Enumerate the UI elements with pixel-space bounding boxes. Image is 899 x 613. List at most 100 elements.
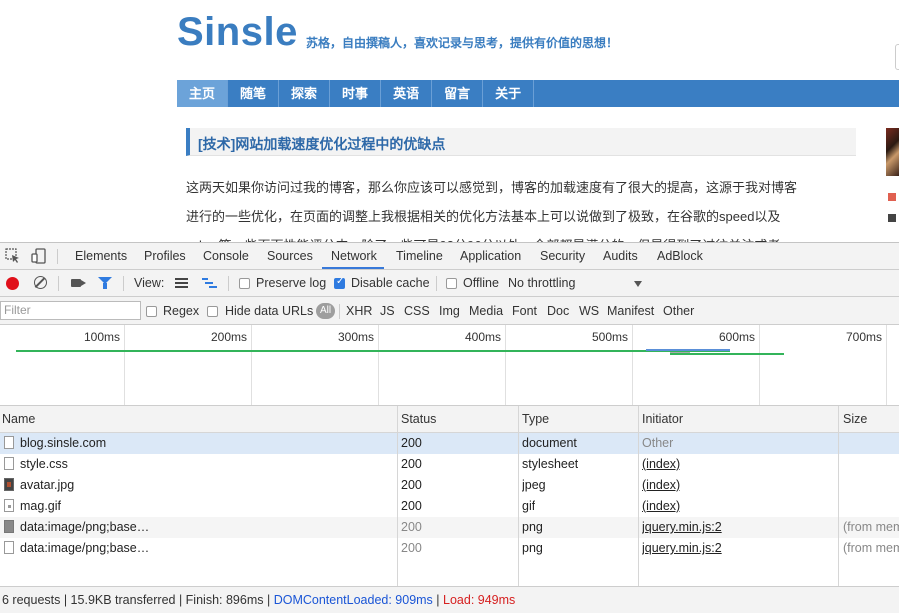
table-row[interactable]: style.css 200 stylesheet (index) xyxy=(0,454,899,475)
request-initiator-link[interactable]: (index) xyxy=(642,454,680,475)
device-mode-icon[interactable] xyxy=(31,248,47,264)
disable-cache-checkbox[interactable] xyxy=(334,276,345,289)
document-request-bar xyxy=(16,350,730,352)
hide-data-urls-checkbox[interactable] xyxy=(207,306,218,317)
column-divider[interactable] xyxy=(638,406,639,586)
table-row[interactable]: data:image/png;base… 200 png jquery.min.… xyxy=(0,517,899,538)
tab-timeline[interactable]: Timeline xyxy=(396,243,443,269)
filter-type-img[interactable]: Img xyxy=(439,297,460,325)
gridline xyxy=(505,325,506,405)
regex-checkbox[interactable] xyxy=(146,306,157,317)
document-icon xyxy=(4,436,14,449)
request-status: 200 xyxy=(401,541,422,555)
post-line: 进行的一些优化，在页面的调整上我根据相关的优化方法基本上可以说做到了极致，在谷歌… xyxy=(186,209,781,224)
request-name: mag.gif xyxy=(20,499,61,513)
tick-label: 300ms xyxy=(338,330,375,344)
filter-type-all[interactable]: All xyxy=(316,303,335,319)
offline-checkbox[interactable] xyxy=(446,278,457,289)
column-header-name[interactable]: Name xyxy=(2,406,35,433)
nav-guestbook[interactable]: 留言 xyxy=(432,80,484,107)
divider xyxy=(123,276,124,291)
timeline-overview[interactable]: 100ms 200ms 300ms 400ms 500ms 600ms 700m… xyxy=(0,325,899,406)
inspect-element-icon[interactable] xyxy=(5,248,21,264)
capture-screenshots-icon[interactable] xyxy=(71,279,86,287)
column-divider[interactable] xyxy=(838,406,839,586)
filter-type-doc[interactable]: Doc xyxy=(547,297,569,325)
tab-elements[interactable]: Elements xyxy=(75,243,127,269)
chevron-down-icon[interactable] xyxy=(634,281,642,287)
resource-request-bar xyxy=(670,352,690,353)
gridline xyxy=(251,325,252,405)
request-initiator-link[interactable]: jquery.min.js:2 xyxy=(642,517,722,538)
filter-input[interactable]: Filter xyxy=(0,301,141,320)
column-header-size[interactable]: Size xyxy=(843,406,867,433)
post-title[interactable]: [技术]网站加载速度优化过程中的优缺点 xyxy=(198,134,445,154)
request-initiator-link[interactable]: jquery.min.js:2 xyxy=(642,538,722,559)
tab-security[interactable]: Security xyxy=(540,243,585,269)
filter-type-media[interactable]: Media xyxy=(469,297,503,325)
request-name: avatar.jpg xyxy=(20,478,75,492)
request-initiator-link[interactable]: (index) xyxy=(642,475,680,496)
filter-type-font[interactable]: Font xyxy=(512,297,537,325)
tick-label: 600ms xyxy=(719,330,756,344)
filter-type-ws[interactable]: WS xyxy=(579,297,599,325)
divider xyxy=(436,276,437,291)
nav-essays[interactable]: 随笔 xyxy=(228,80,280,107)
tab-console[interactable]: Console xyxy=(203,243,249,269)
image-thumbnail-icon xyxy=(4,478,14,491)
column-header-status[interactable]: Status xyxy=(401,406,436,433)
filter-type-xhr[interactable]: XHR xyxy=(346,297,372,325)
record-icon[interactable] xyxy=(6,277,19,290)
request-type: gif xyxy=(522,499,536,513)
tab-audits[interactable]: Audits xyxy=(603,243,638,269)
table-row[interactable]: mag.gif 200 gif (index) xyxy=(0,496,899,517)
table-row[interactable]: avatar.jpg 200 jpeg (index) xyxy=(0,475,899,496)
preserve-log-checkbox[interactable] xyxy=(239,278,250,289)
table-row[interactable]: data:image/png;base… 200 png jquery.min.… xyxy=(0,538,899,559)
gridline xyxy=(378,325,379,405)
nav-current-affairs[interactable]: 时事 xyxy=(330,80,382,107)
filter-type-manifest[interactable]: Manifest xyxy=(607,297,654,325)
site-tagline: 苏格，自由撰稿人，喜欢记录与思考，提供有价值的思想！ xyxy=(306,36,619,50)
filter-type-other[interactable]: Other xyxy=(663,297,694,325)
sidebar-image[interactable] xyxy=(886,128,899,176)
site-nav: 主页 随笔 探索 时事 英语 留言 关于 xyxy=(177,80,899,107)
post-body: 这两天如果你访问过我的博客，那么你应该可以感觉到，博客的加载速度有了很大的提高，… xyxy=(186,173,861,242)
throttling-select[interactable]: No throttling xyxy=(508,270,575,297)
tab-network[interactable]: Network xyxy=(331,243,377,269)
nav-explore[interactable]: 探索 xyxy=(279,80,331,107)
sidebar-bullet-icon xyxy=(888,193,896,201)
divider xyxy=(58,276,59,291)
site-logo[interactable]: Sinsle xyxy=(177,10,298,55)
column-divider[interactable] xyxy=(518,406,519,586)
filter-icon[interactable] xyxy=(98,277,112,289)
tick-label: 200ms xyxy=(211,330,248,344)
post-title-bar: [技术]网站加载速度优化过程中的优缺点 xyxy=(186,128,856,156)
nav-about[interactable]: 关于 xyxy=(483,80,535,107)
filter-type-js[interactable]: JS xyxy=(380,297,395,325)
clear-icon[interactable] xyxy=(34,276,47,289)
filter-type-css[interactable]: CSS xyxy=(404,297,430,325)
large-rows-icon[interactable] xyxy=(175,278,188,288)
nav-english[interactable]: 英语 xyxy=(381,80,433,107)
request-initiator: Other xyxy=(642,436,674,450)
column-header-type[interactable]: Type xyxy=(522,406,549,433)
nav-home[interactable]: 主页 xyxy=(177,80,229,107)
requests-table: Name Status Type Initiator Size blog.sin… xyxy=(0,406,899,586)
search-box-edge[interactable] xyxy=(895,44,899,70)
request-name: style.css xyxy=(20,457,68,471)
tab-profiles[interactable]: Profiles xyxy=(144,243,186,269)
table-row[interactable]: blog.sinsle.com 200 document Other xyxy=(0,433,899,454)
image-thumbnail-icon xyxy=(4,499,14,512)
overview-icon[interactable] xyxy=(202,278,217,289)
column-divider[interactable] xyxy=(397,406,398,586)
request-initiator-link[interactable]: (index) xyxy=(642,496,680,517)
regex-label: Regex xyxy=(163,304,200,318)
tab-adblock[interactable]: AdBlock xyxy=(657,243,703,269)
divider xyxy=(339,304,340,319)
request-size: (from mem xyxy=(843,541,899,555)
divider xyxy=(57,249,58,264)
tab-sources[interactable]: Sources xyxy=(267,243,313,269)
tab-application[interactable]: Application xyxy=(460,243,521,269)
column-header-initiator[interactable]: Initiator xyxy=(642,406,683,433)
